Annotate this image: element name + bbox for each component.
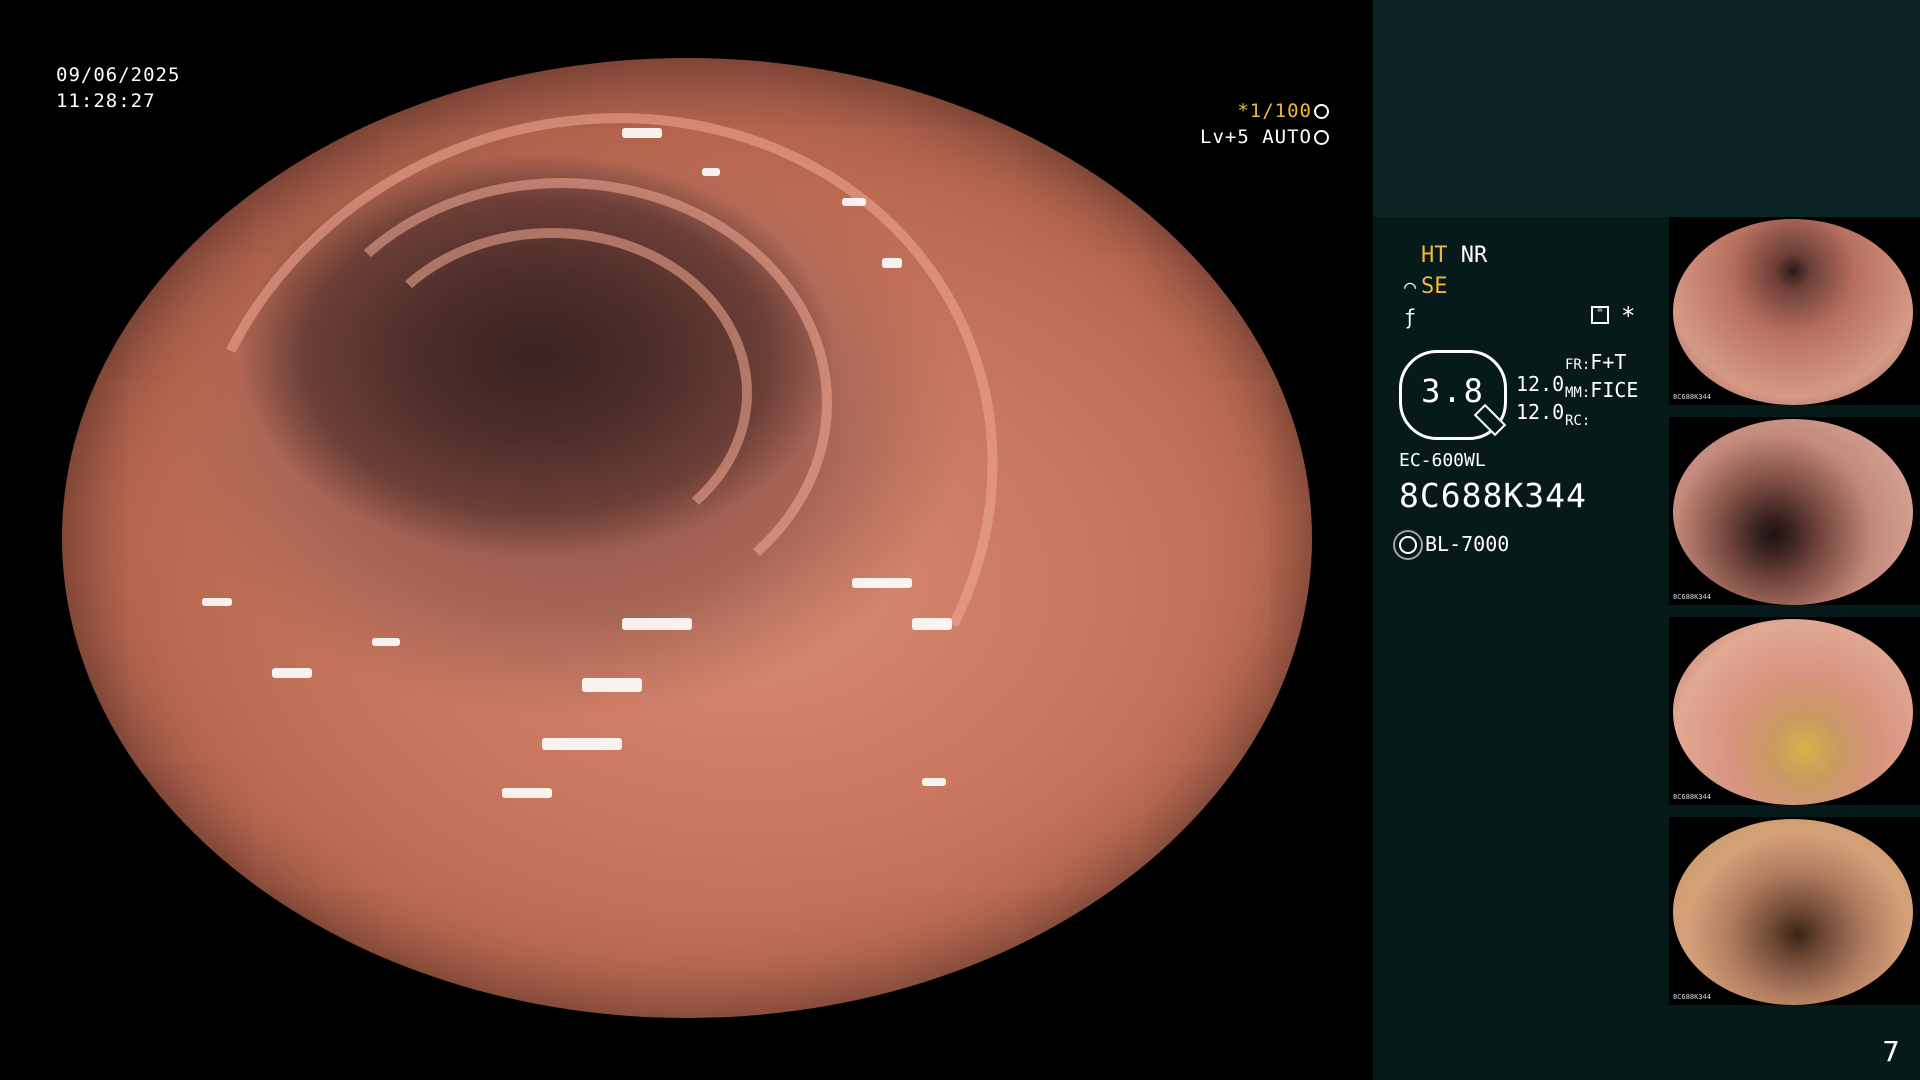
endoscope-live-view: 09/06/2025 11:28:27 *1/100 Lv+5 AUTO xyxy=(0,0,1373,1080)
scope-serial: 8C688K344 xyxy=(1399,476,1587,515)
mode-key-fr: FR: xyxy=(1565,357,1591,373)
light-source-label: BL-7000 xyxy=(1425,532,1510,556)
endoscope-image xyxy=(62,58,1312,1018)
thumbnail-strip[interactable]: 8C688K344 8C688K344 8C688K344 8C688K344 xyxy=(1669,217,1920,1017)
thumbnail-label: 8C688K344 xyxy=(1673,593,1711,601)
nr-setting: NR xyxy=(1460,243,1488,268)
settings-icon: ≡ xyxy=(1591,306,1609,324)
ht-setting: HT xyxy=(1421,243,1448,268)
time-label: 11:28:27 xyxy=(56,90,156,112)
zoom-badge: 3.8 xyxy=(1399,350,1509,442)
mode-list: FR:F+T MM:FICE RC: xyxy=(1565,350,1638,434)
mode-value-fr: F+T xyxy=(1590,350,1627,374)
mm-value-2: 12.0 xyxy=(1516,400,1565,424)
brightness-level: Lv+5 xyxy=(1200,126,1250,148)
enhancement-icon: ⌒ xyxy=(1403,274,1417,298)
scope-model: EC-600WL xyxy=(1399,450,1486,471)
light-icon xyxy=(1399,536,1417,554)
exposure-mode: AUTO xyxy=(1262,126,1312,148)
mode-value-mm: FICE xyxy=(1590,378,1639,402)
thumbnail-3[interactable]: 8C688K344 xyxy=(1669,617,1920,805)
mode-key-mm: MM: xyxy=(1565,385,1591,401)
thumbnail-label: 8C688K344 xyxy=(1673,793,1711,801)
processing-settings: HT NR ⌒ SE ƒ ≡ * xyxy=(1399,240,1659,333)
date-label: 09/06/2025 xyxy=(56,64,181,86)
exposure-info: *1/100 Lv+5 AUTO xyxy=(1200,98,1329,150)
filter-icon: ƒ xyxy=(1403,305,1417,329)
aperture-icon xyxy=(1314,104,1329,119)
light-source: BL-7000 xyxy=(1399,532,1509,556)
thumbnail-1[interactable]: 8C688K344 xyxy=(1669,217,1920,405)
mode-key-rc: RC: xyxy=(1565,413,1591,429)
thumbnail-2[interactable]: 8C688K344 xyxy=(1669,417,1920,605)
se-setting: SE xyxy=(1421,274,1448,299)
info-panel: HT NR ⌒ SE ƒ ≡ * 3.8 12.0 12.0 FR:F+T MM:… xyxy=(1373,0,1920,1080)
panel-header-area xyxy=(1373,0,1920,217)
auto-exposure-icon xyxy=(1314,130,1329,145)
mm-value-1: 12.0 xyxy=(1516,372,1565,396)
asterisk-icon: * xyxy=(1621,302,1636,330)
date-time-readout: 09/06/2025 11:28:27 xyxy=(56,62,180,114)
page-number: 7 xyxy=(1882,1035,1900,1068)
shutter-speed: *1/100 xyxy=(1237,100,1312,122)
thumbnail-label: 8C688K344 xyxy=(1673,993,1711,1001)
mm-values: 12.0 12.0 xyxy=(1516,370,1564,426)
thumbnail-label: 8C688K344 xyxy=(1673,393,1711,401)
thumbnail-4[interactable]: 8C688K344 xyxy=(1669,817,1920,1005)
zoom-value: 3.8 xyxy=(1421,372,1485,410)
